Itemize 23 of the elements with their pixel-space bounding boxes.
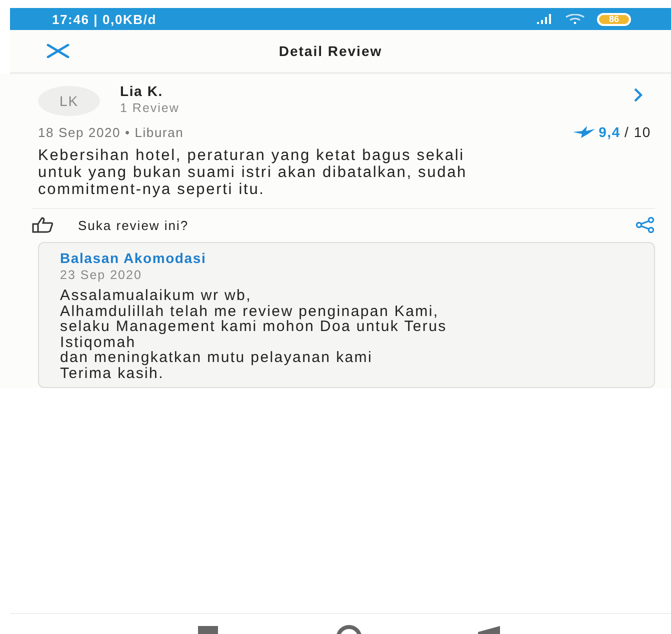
close-icon	[46, 44, 70, 58]
status-time: 17:46 | 0,0KB/d	[52, 12, 157, 26]
review-text: Kebersihan hotel, peraturan yang ketat bagus sekali untuk yang bukan suami istri akan dibatalkan, sudah commitment-nya seperti itu.	[38, 147, 468, 198]
battery-level: 86	[596, 12, 631, 26]
close-button[interactable]	[46, 44, 70, 58]
review-date: 18 Sep 2020 • Liburan	[38, 124, 184, 140]
page-title: Detail Review	[278, 43, 382, 59]
like-prompt[interactable]: Suka review ini?	[78, 218, 189, 232]
score-max: / 10	[624, 124, 651, 140]
chevron-right-icon[interactable]	[633, 88, 643, 102]
reply-date: 23 Sep 2020	[60, 268, 143, 282]
back-button[interactable]	[478, 626, 500, 634]
thumbs-up-icon[interactable]	[32, 217, 54, 233]
share-icon[interactable]	[635, 217, 655, 233]
reply-title: Balasan Akomodasi	[60, 250, 208, 266]
avatar: LK	[38, 86, 100, 116]
review-count: 1 Review	[120, 101, 180, 115]
score-value: 9,4	[598, 124, 620, 140]
signal-icon	[536, 14, 553, 24]
bird-icon	[572, 126, 595, 138]
reply-text: Assalamualaikum wr wb, Alhamdulillah telah me review penginapan Kami, selaku Management kami mohon Doa untuk Terus Istiqomah dan meningkatkan mutu pelayanan kami Terima kasih.	[60, 288, 448, 381]
reviewer-name: Lia K.	[120, 83, 164, 99]
wifi-icon	[564, 14, 585, 24]
